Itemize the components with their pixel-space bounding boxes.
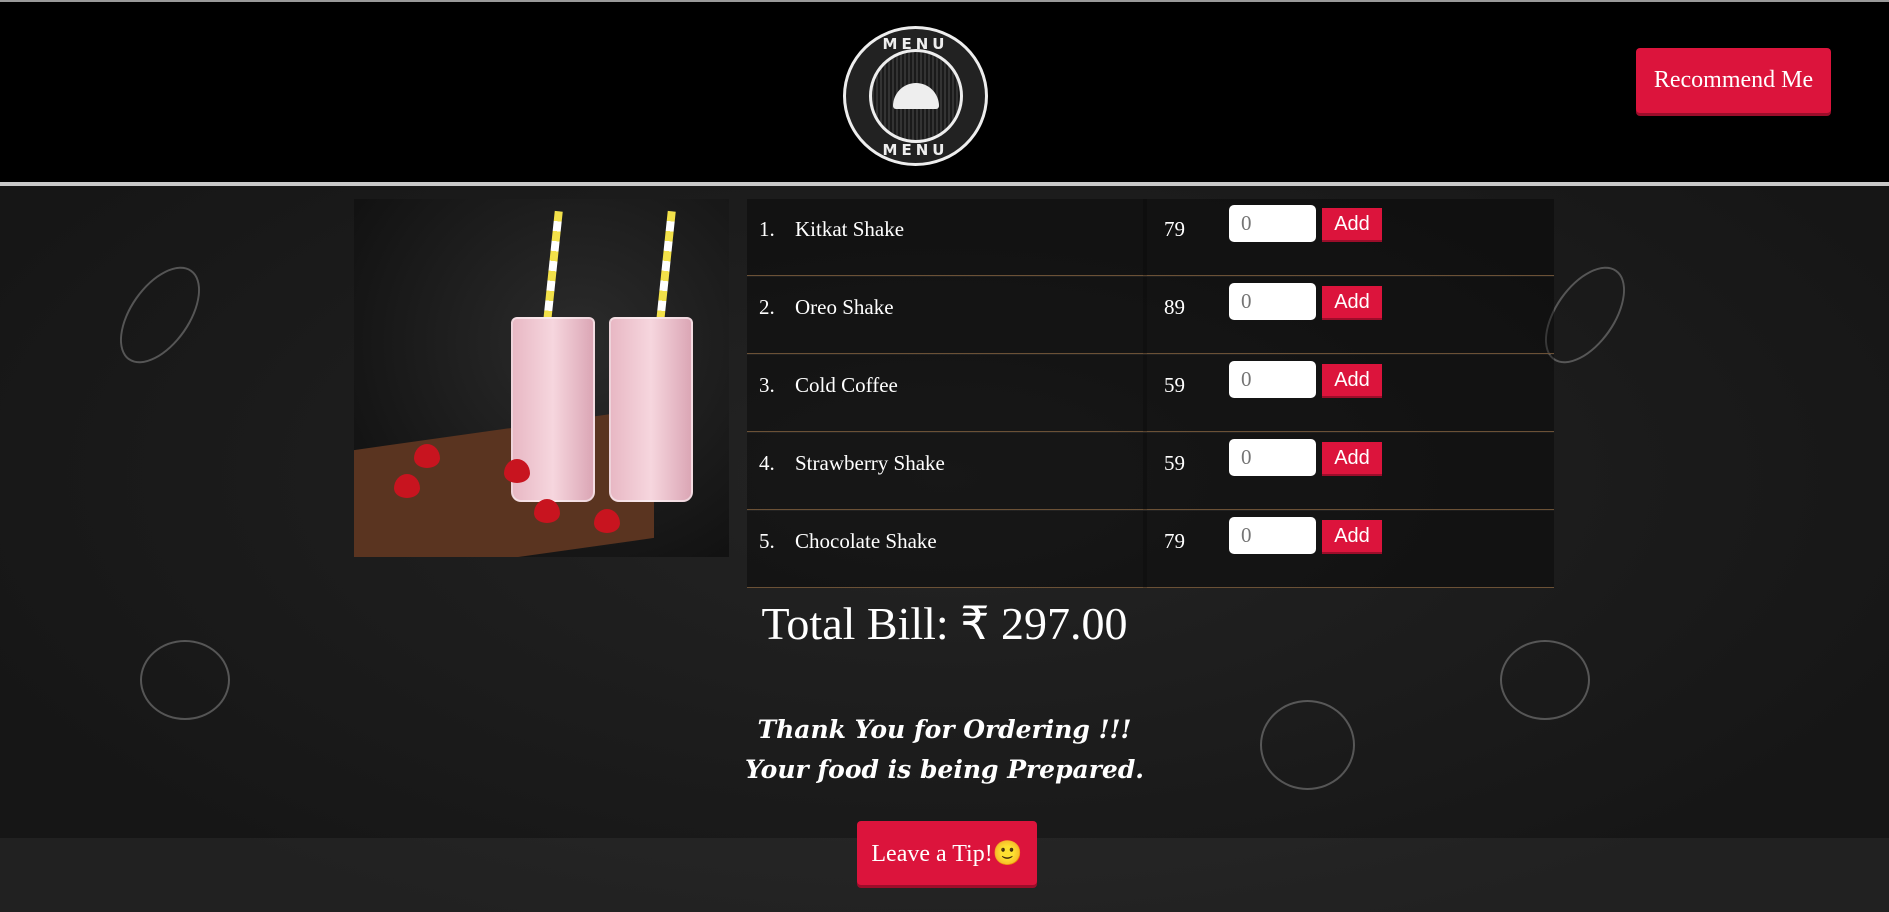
quantity-input[interactable] (1229, 361, 1316, 398)
logo-text-bottom: MENU (882, 141, 949, 159)
item-name: Oreo Shake (795, 295, 894, 319)
item-number: 3. (759, 373, 775, 397)
total-bill: Total Bill: ₹ 297.00 (761, 598, 1128, 649)
add-button[interactable]: Add (1322, 520, 1382, 552)
item-price: 79 (1164, 217, 1185, 241)
add-button[interactable]: Add (1322, 364, 1382, 396)
menu-row: 4. Strawberry Shake 59 Add (747, 433, 1554, 510)
thank-you-message: Thank You for Ordering !!! Your food is … (0, 710, 1889, 790)
menu-table: 1. Kitkat Shake 79 Add 2. Oreo Shake 89 … (342, 199, 1554, 588)
item-price: 89 (1164, 295, 1185, 319)
add-button[interactable]: Add (1322, 208, 1382, 240)
item-price: 59 (1164, 373, 1185, 397)
menu-row: 2. Oreo Shake 89 Add (747, 277, 1554, 354)
item-price: 79 (1164, 529, 1185, 553)
smiley-icon: 🙂 (992, 840, 1023, 867)
item-name: Cold Coffee (795, 373, 898, 397)
quantity-input[interactable] (1229, 517, 1316, 554)
menu-row: 3. Cold Coffee 59 Add (747, 355, 1554, 432)
item-price: 59 (1164, 451, 1185, 475)
leave-tip-button[interactable]: Leave a Tip!🙂 (857, 821, 1037, 885)
item-number: 1. (759, 217, 775, 241)
item-number: 4. (759, 451, 775, 475)
menu-row: 5. Chocolate Shake 79 Add (747, 511, 1554, 588)
menu-row: 1. Kitkat Shake 79 Add (747, 199, 1554, 276)
preparing-line: Your food is being Prepared. (744, 755, 1145, 784)
item-name: Kitkat Shake (795, 217, 905, 241)
item-number: 5. (759, 529, 775, 553)
quantity-input[interactable] (1229, 283, 1316, 320)
menu-logo[interactable]: MENU MENU (843, 26, 988, 166)
cloche-icon (892, 83, 939, 109)
tip-label: Leave a Tip! (871, 840, 993, 867)
milkshake-photo (354, 199, 729, 557)
mushroom-doodle-icon (140, 640, 230, 720)
header: MENU MENU Recommend Me (0, 0, 1889, 186)
item-number: 2. (759, 295, 775, 319)
quantity-input[interactable] (1229, 439, 1316, 476)
add-button[interactable]: Add (1322, 286, 1382, 318)
quantity-input[interactable] (1229, 205, 1316, 242)
mushroom-doodle-icon (1500, 640, 1590, 720)
item-name: Strawberry Shake (795, 451, 945, 475)
item-name: Chocolate Shake (795, 529, 937, 553)
thank-you-line: Thank You for Ordering !!! (757, 715, 1132, 744)
recommend-me-button[interactable]: Recommend Me (1636, 48, 1831, 113)
logo-text-top: MENU (882, 35, 949, 53)
add-button[interactable]: Add (1322, 442, 1382, 474)
